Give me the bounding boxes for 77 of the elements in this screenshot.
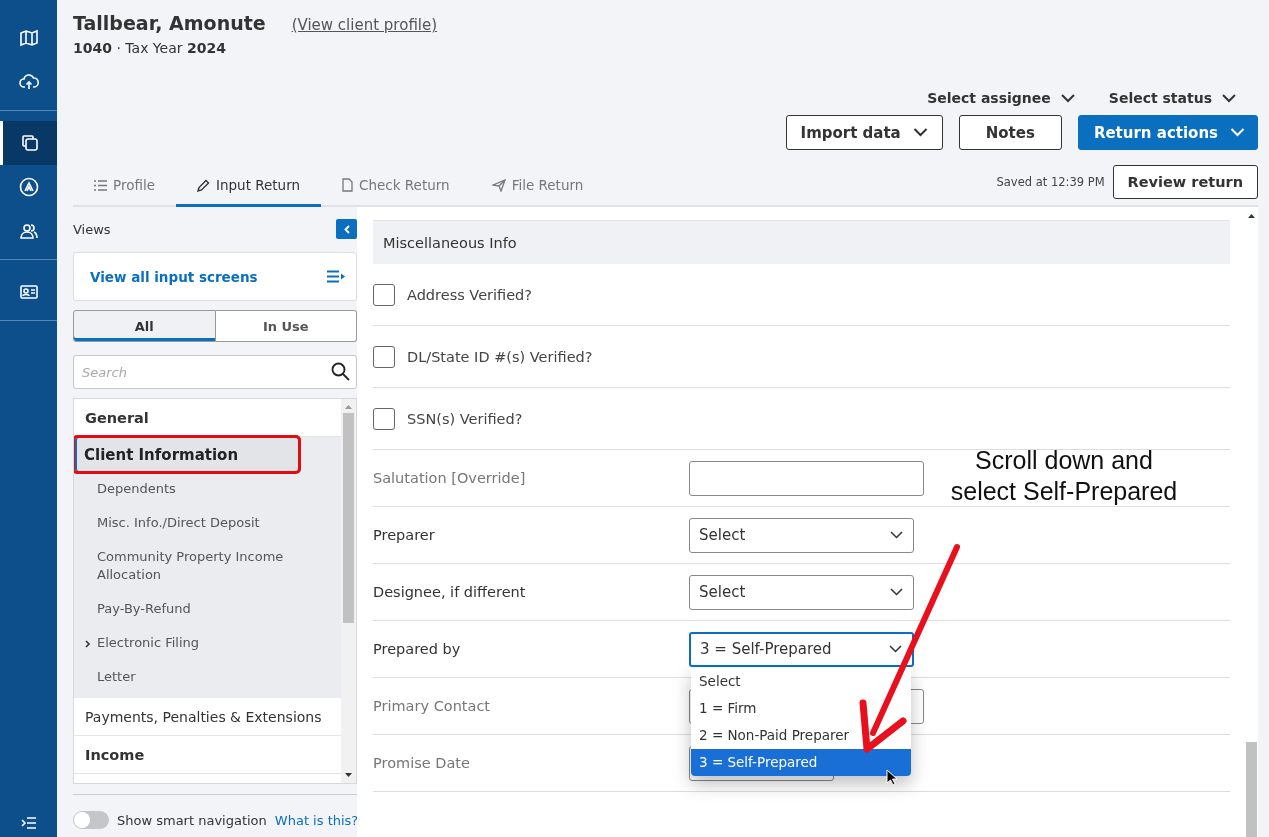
tree-item[interactable]: Dependents [74,472,341,506]
filter-tab[interactable]: All [73,310,216,342]
filter-tab[interactable]: In Use [215,310,357,342]
expand-menu-glyph-icon [20,816,37,830]
select-dropdown[interactable]: Select [689,517,914,553]
field-label: Primary Contact [373,698,492,714]
return-tab[interactable]: File Return [470,177,605,207]
scroll-up-icon[interactable] [1247,213,1255,218]
chevron-down-icon [889,645,902,653]
text-field[interactable] [689,460,924,496]
notes-button[interactable]: Notes [958,115,1062,150]
scroll-down-icon[interactable] [345,773,352,778]
field-label: Salutation [Override] [373,470,527,486]
tree-scrollbar[interactable] [341,399,356,783]
chevron-down-icon [912,128,928,137]
tree-item[interactable]: Electronic Filing [74,626,341,660]
checkbox[interactable] [373,345,395,368]
view-profile-link[interactable]: (View client profile) [291,16,438,34]
return-actions-button[interactable]: Return actions [1077,115,1258,150]
copy-icon [20,133,40,153]
circle-a-logo-icon [18,177,39,197]
contact-card-icon [18,282,39,302]
what-is-this-link[interactable]: What is this? [274,812,359,828]
pencil-icon [197,178,210,192]
review-return-button[interactable]: Review return [1112,165,1258,199]
return-subtitle: 1040 · Tax Year 2024 [73,40,227,56]
return-tab[interactable]: Check Return [321,177,471,207]
chevron-down-icon [890,531,903,539]
select-dropdown[interactable]: Select [689,574,914,610]
chevron-down-icon [1060,93,1075,103]
tree-item[interactable]: Client Information [74,437,299,472]
saved-time: Saved at 12:39 PM [996,175,1105,189]
checkbox-label: Address Verified? [407,286,532,303]
list-icon [94,179,107,191]
search-icon [331,362,350,381]
field-label: Prepared by [373,641,462,657]
tree-item[interactable]: Misc. Info./Direct Deposit [74,506,341,540]
chevron-left-icon [343,224,350,234]
smart-navigation-label: Show smart navigation [117,812,267,828]
chevron-down-icon [1222,93,1236,103]
mouse-pointer-icon [886,768,898,786]
chevron-down-icon [890,588,903,596]
tree-item[interactable]: Letter [74,660,341,694]
field-label: Designee, if different [373,584,527,600]
select-dropdown[interactable]: 3 = Self-Prepared [689,631,914,667]
collapse-panel-button[interactable] [336,219,357,239]
views-title: Views [73,221,111,237]
chevron-down-icon [1230,128,1245,137]
map-icon [18,28,39,48]
import-data-button[interactable]: Import data [785,115,943,150]
checkbox-label: SSN(s) Verified? [407,410,523,427]
view-all-screens-button[interactable]: View all input screens [73,252,357,301]
checkbox-label: DL/State ID #(s) Verified? [407,348,593,365]
paper-plane-icon [491,178,506,192]
tree-item[interactable]: Pay-By-Refund [74,592,341,626]
cloud-upload-icon [18,72,39,92]
scrollbar-thumb[interactable] [1245,742,1257,837]
return-tab[interactable]: Profile [73,177,176,207]
section-header: Miscellaneous Info [373,220,1230,264]
field-label: Preparer [373,527,436,543]
dropdown-option[interactable]: Select [691,667,911,695]
client-name: Tallbear, Amonute [73,12,266,34]
copy-nav-button[interactable] [0,121,57,165]
list-arrow-icon [327,270,346,283]
annotation-text: Scroll down and select Self-Prepared [949,445,1179,507]
dropdown-option[interactable]: 3 = Self-Prepared [691,748,911,776]
return-tab[interactable]: Input Return [176,177,322,207]
checkbox[interactable] [373,283,395,306]
assignee-dropdown[interactable]: Select assignee [925,88,1077,108]
smart-navigation-toggle[interactable] [73,811,109,829]
search-field[interactable]: Search [73,355,357,389]
status-dropdown[interactable]: Select status [1106,88,1238,108]
checkbox[interactable] [373,407,395,430]
document-icon [342,178,354,192]
people-icon [18,221,39,241]
tree-item[interactable]: Community Property Income Allocation [74,540,341,592]
field-label: Promise Date [373,755,471,771]
